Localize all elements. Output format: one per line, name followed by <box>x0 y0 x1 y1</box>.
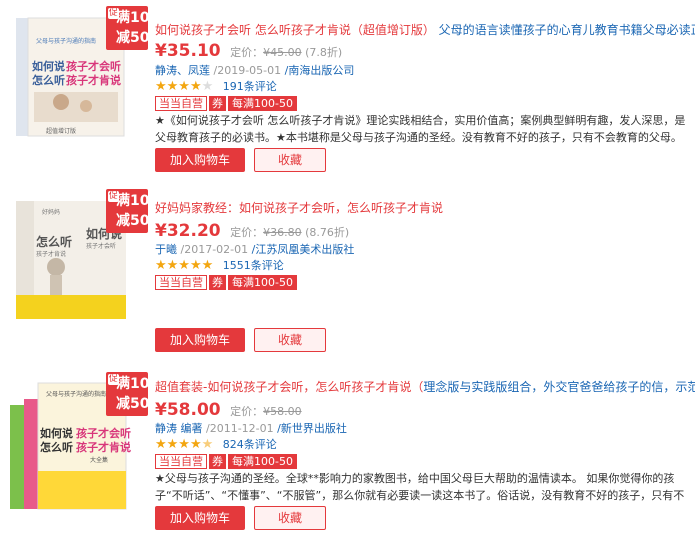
promo-line1: 满100 <box>116 376 160 392</box>
cover-title-b: 孩子才会听 <box>86 243 117 250</box>
title-main[interactable]: 超值套装-如何说孩子才会听，怎么听孩子才肯说（ <box>155 380 423 394</box>
cover-title-d: 孩子才肯说 <box>76 441 131 454</box>
list-price: ¥58.00 <box>263 405 302 418</box>
coupon-badge: 券 <box>209 275 226 290</box>
cover-title-d: 孩子才肯说 <box>66 74 121 87</box>
self-operated-badge: 当当自营 <box>155 96 207 111</box>
cover-title-c: 怎么听 <box>40 441 73 454</box>
coupon-badge: 券 <box>209 96 226 111</box>
product-item: 父母与孩子沟通的指南 如何说 孩子才会听 怎么听 孩子才肯说 大全集 促 满10… <box>0 355 700 536</box>
price-row: ¥58.00 定价：¥58.00 <box>155 400 302 420</box>
product-title[interactable]: 如何说孩子才会听 怎么听孩子才肯说（超值增订版） 父母的语言读懂孩子的心育儿教育… <box>155 22 695 38</box>
current-price: ¥32.20 <box>155 221 221 241</box>
title-main[interactable]: 如何说孩子才会听 怎么听孩子才肯说（超值增订版） <box>155 23 435 37</box>
promo-badge: 促 满100 减50 <box>106 6 159 50</box>
price-row: ¥35.10 定价：¥45.00 (7.8折) <box>155 41 342 61</box>
add-to-cart-button[interactable]: 加入购物车 <box>155 506 245 530</box>
list-price-label: 定价： <box>230 226 264 239</box>
author-link[interactable]: 于曦 <box>155 243 177 256</box>
promo-line1: 满100 <box>116 10 160 26</box>
book-meta: 静涛 编著 /2011-12-01 /新世界出版社 <box>155 420 347 436</box>
promo-badge: 促 满100 减50 <box>106 372 159 416</box>
star-rating: ★★★★★ <box>155 437 214 452</box>
badge-row: 当当自营券每满100-50 <box>155 454 297 469</box>
promo-line1: 满100 <box>116 193 160 209</box>
deal-badge: 每满100-50 <box>228 454 297 469</box>
current-price: ¥35.10 <box>155 41 221 61</box>
book-meta: 于曦 /2017-02-01 /江苏凤凰美术出版社 <box>155 241 354 257</box>
cover-note: 超值增订版 <box>46 128 77 135</box>
product-item: 父母与孩子沟通的指南 如何说 孩子才会听 怎么听 孩子才肯说 超值增订版 促 满… <box>0 0 700 175</box>
review-count[interactable]: 191条评论 <box>223 80 277 93</box>
product-description: ★《如何说孩子才会听 怎么听孩子才肯说》理论实践相结合，实用价值高；案例典型鲜明… <box>155 114 686 144</box>
deal-badge: 每满100-50 <box>228 96 297 111</box>
star-rating: ★★★★★ <box>155 258 214 273</box>
book-meta: 静涛、凤莲 /2019-05-01 /南海出版公司 <box>155 62 354 78</box>
badge-row: 当当自营券每满100-50 <box>155 275 297 290</box>
deal-badge: 每满100-50 <box>228 275 297 290</box>
list-price-label: 定价： <box>230 405 264 418</box>
cover-top-text: 好妈妈 <box>42 209 61 216</box>
favorite-button[interactable]: 收藏 <box>254 328 326 352</box>
title-sub[interactable]: 父母的语言读懂孩子的心育儿教育书籍父母必读正面管教培养 <box>439 23 695 37</box>
publish-date: /2011-12-01 <box>206 422 274 435</box>
cover-top-text: 父母与孩子沟通的指南 <box>36 38 97 45</box>
rating-row: ★★★★★ 1551条评论 <box>155 257 284 273</box>
badge-row: 当当自营券每满100-50 <box>155 96 297 111</box>
star-rating: ★★★★★ <box>155 79 214 94</box>
cover-title-c: 怎么听 <box>36 235 73 249</box>
discount: (8.76折) <box>305 226 350 239</box>
rating-row: ★★★★★ 191条评论 <box>155 78 277 94</box>
add-to-cart-button[interactable]: 加入购物车 <box>155 148 245 172</box>
self-operated-badge: 当当自营 <box>155 454 207 469</box>
discount: (7.8折) <box>305 46 343 59</box>
promo-line2: 减50 <box>116 30 150 46</box>
list-price: ¥45.00 <box>263 46 302 59</box>
publish-date: /2017-02-01 <box>180 243 249 256</box>
promo-line2: 减50 <box>116 213 150 229</box>
favorite-button[interactable]: 收藏 <box>254 148 326 172</box>
cover-top-text: 父母与孩子沟通的指南 <box>46 391 107 398</box>
product-description: ★父母与孩子沟通的圣经。全球**影响力的家教图书，给中国父母巨大帮助的温情读本。… <box>155 472 685 502</box>
author-link[interactable]: 静涛、凤莲 <box>155 64 210 77</box>
coupon-badge: 券 <box>209 454 226 469</box>
review-count[interactable]: 1551条评论 <box>223 259 284 272</box>
add-to-cart-button[interactable]: 加入购物车 <box>155 328 245 352</box>
rating-row: ★★★★★ 824条评论 <box>155 436 277 452</box>
list-price-label: 定价： <box>230 46 264 59</box>
product-item: 好妈妈 怎么听 孩子才肯说 如何说 孩子才会听 促 满100 减50 好妈妈家教… <box>0 175 700 355</box>
cover-note: 大全集 <box>90 457 109 464</box>
product-title[interactable]: 超值套装-如何说孩子才会听，怎么听孩子才肯说（理念版与实践版组合，外交官爸爸给孩… <box>155 379 695 395</box>
author-link[interactable]: 静涛 编著 <box>155 422 203 435</box>
promo-badge: 促 满100 减50 <box>106 189 159 233</box>
list-price: ¥36.80 <box>263 226 302 239</box>
title-main[interactable]: 好妈妈家教经：如何说孩子才会听，怎么听孩子才肯说 <box>155 201 443 215</box>
product-title[interactable]: 好妈妈家教经：如何说孩子才会听，怎么听孩子才肯说 <box>155 200 695 216</box>
current-price: ¥58.00 <box>155 400 221 420</box>
publisher-link[interactable]: /南海出版公司 <box>285 64 355 77</box>
title-sub[interactable]: 理念版与实践版组合，外交官爸爸给孩子的信，示范了与孩子谈 <box>423 380 695 394</box>
publish-date: /2019-05-01 <box>213 64 282 77</box>
self-operated-badge: 当当自营 <box>155 275 207 290</box>
promo-line2: 减50 <box>116 396 150 412</box>
price-row: ¥32.20 定价：¥36.80 (8.76折) <box>155 221 349 241</box>
publisher-link[interactable]: /新世界出版社 <box>277 422 347 435</box>
cover-title-d: 孩子才肯说 <box>36 251 67 258</box>
review-count[interactable]: 824条评论 <box>223 438 277 451</box>
favorite-button[interactable]: 收藏 <box>254 506 326 530</box>
publisher-link[interactable]: /江苏凤凰美术出版社 <box>252 243 355 256</box>
cover-title-c: 怎么听 <box>32 74 65 87</box>
